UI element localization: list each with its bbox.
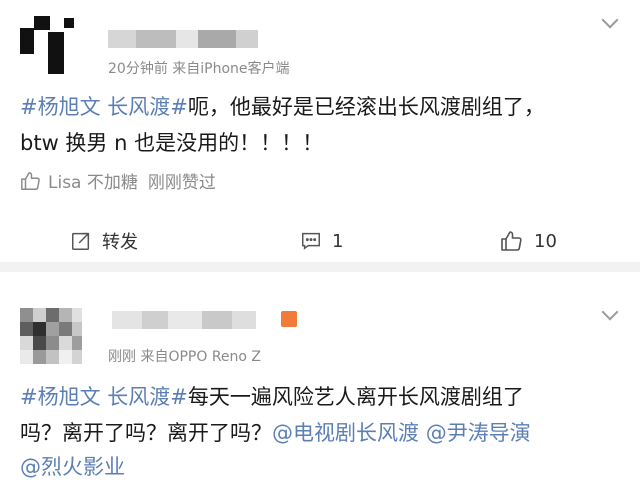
thumbs-up-icon [21, 171, 40, 190]
post-text-line-2: btw 换男 n 也是没用的！！！！ [20, 131, 324, 155]
post-text: 每天一遍风险艺人离开长风渡剧组了 [187, 385, 524, 409]
post-meta: 刚刚 来自OPPO Reno Z [108, 349, 262, 365]
liked-by-user[interactable]: Lisa 不加糖 [48, 168, 138, 193]
thumbs-up-icon [501, 231, 522, 251]
mention-link[interactable]: @电视剧长风渡 [272, 421, 419, 445]
mention-link[interactable]: @尹涛导演 [426, 421, 531, 445]
liked-by-row: Lisa 不加糖 刚刚赞过 [20, 168, 216, 193]
like-count: 10 [534, 230, 557, 252]
avatar[interactable] [18, 10, 82, 74]
post-text-line-2: 吗？离开了吗？离开了吗？@电视剧长风渡 @尹涛导演 [20, 416, 531, 450]
post-meta: 20分钟前 来自iPhone客户端 [108, 61, 290, 77]
repost-label: 转发 [102, 232, 138, 253]
post-text-line-1: #杨旭文 长风渡#每天一遍风险艺人离开长风渡剧组了 [20, 380, 524, 414]
post-text: 吗？离开了吗？离开了吗？ [20, 421, 272, 445]
chevron-down-icon[interactable] [601, 11, 619, 29]
topic-link[interactable]: #杨旭文 长风渡# [20, 95, 188, 119]
liked-status: 刚刚赞过 [147, 173, 216, 193]
mention-link[interactable]: @烈火影业 [20, 455, 125, 479]
weibo-post-1: 20分钟前 来自iPhone客户端 #杨旭文 长风渡#呃，他最好是已经滚出长风渡… [0, 0, 640, 262]
post-text-line-3: @烈火影业 [20, 450, 125, 484]
username-mosaic[interactable] [112, 311, 256, 329]
post-text: 呃，他最好是已经滚出长风渡剧组了， [187, 95, 545, 119]
avatar[interactable] [20, 308, 82, 364]
post-divider [0, 262, 640, 272]
comment-count: 1 [332, 230, 344, 252]
like-button[interactable]: 10 [500, 224, 557, 258]
post-text-line-1: #杨旭文 长风渡#呃，他最好是已经滚出长风渡剧组了， [20, 90, 545, 124]
repost-icon [72, 232, 90, 250]
repost-button[interactable]: 转发 [70, 224, 138, 258]
member-badge [281, 311, 297, 327]
comment-button[interactable]: 1 [300, 224, 343, 258]
username-mosaic[interactable] [108, 30, 258, 48]
topic-link[interactable]: #杨旭文 长风渡# [20, 385, 188, 409]
comment-icon [302, 232, 320, 250]
